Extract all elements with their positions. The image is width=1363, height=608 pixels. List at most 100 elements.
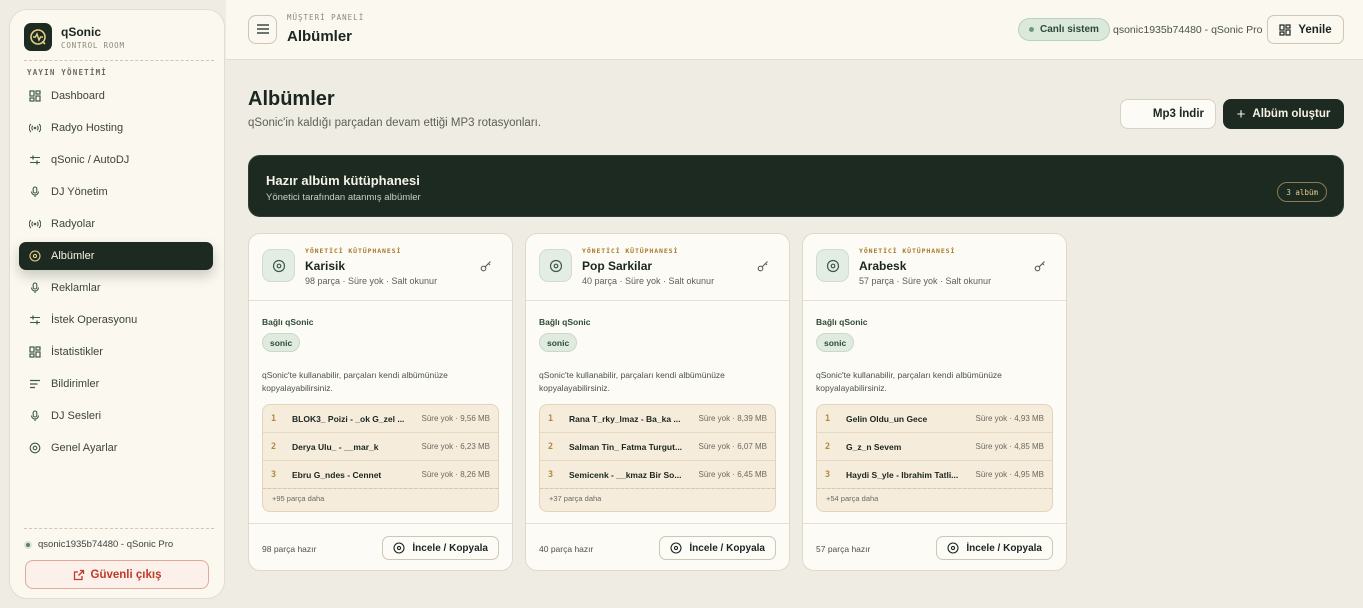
qsonic-chip: sonic — [262, 333, 301, 352]
inspect-copy-button[interactable]: İncele / Kopyala — [659, 536, 776, 560]
inspect-copy-label: İncele / Kopyala — [689, 542, 765, 554]
grid-icon — [29, 90, 41, 102]
brand[interactable]: qSonic CONTROL ROOM — [24, 23, 125, 51]
mp3-download-button[interactable]: Mp3 İndir — [1120, 99, 1216, 129]
track-info: Süre yok · 6,07 MB — [698, 442, 767, 451]
track-name: BLOK3_ Poizi - _ok G_zel ... — [292, 413, 405, 424]
track-row[interactable]: 3 Semicenk - __kmaz Bir So... Süre yok ·… — [540, 461, 775, 489]
album-eyebrow: YÖNETİCİ KÜTÜPHANESİ — [305, 247, 402, 255]
track-row[interactable]: 1 BLOK3_ Poizi - _ok G_zel ... Süre yok … — [263, 405, 498, 433]
track-row[interactable]: 2 Derya Ulu_ - __mar_k Süre yok · 6,23 M… — [263, 433, 498, 461]
track-info: Süre yok · 8,39 MB — [698, 414, 767, 423]
track-row[interactable]: 1 Gelin Oldu_un Gece Süre yok · 4,93 MB — [817, 405, 1052, 433]
library-banner: Hazır albüm kütüphanesi Yönetici tarafın… — [248, 155, 1344, 217]
album-card-header: YÖNETİCİ KÜTÜPHANESİ Arabesk 57 parça · … — [803, 234, 1066, 301]
tracks-ready-label: 40 parça hazır — [539, 544, 594, 554]
sidebar-item-0[interactable]: Dashboard — [19, 82, 213, 110]
album-description: qSonic'te kullanabilir, parçaları kendi … — [539, 370, 725, 393]
track-info: Süre yok · 6,45 MB — [698, 470, 767, 479]
track-row[interactable]: 3 Haydi S_yle - Ibrahim Tatli... Süre yo… — [817, 461, 1052, 489]
sidebar-item-6[interactable]: Reklamlar — [19, 274, 213, 302]
broadcast-icon — [29, 218, 41, 230]
refresh-label: Yenile — [1298, 23, 1332, 36]
banner-title: Hazır albüm kütüphanesi — [266, 173, 420, 188]
broadcast-icon — [29, 122, 41, 134]
create-album-button[interactable]: + Albüm oluştur — [1223, 99, 1344, 129]
brand-name: qSonic — [61, 24, 102, 39]
sidebar-nav: Dashboard Radyo Hosting qSonic / AutoDJ DJ … — [19, 82, 213, 466]
sliders-icon — [29, 154, 41, 166]
microphone-icon — [29, 186, 41, 198]
brand-logo-icon — [24, 23, 52, 51]
disc-icon — [947, 542, 959, 554]
track-info: Süre yok · 4,95 MB — [975, 470, 1044, 479]
grid-icon — [1279, 23, 1291, 36]
sliders-icon — [29, 314, 41, 326]
sidebar-item-label: DJ Yönetim — [51, 186, 108, 198]
key-icon — [480, 260, 492, 272]
track-list-divider — [817, 488, 1052, 489]
sidebar: qSonic CONTROL ROOM YAYIN YÖNETİMİ Dashb… — [9, 9, 225, 599]
album-name: Karisik — [305, 259, 346, 273]
inspect-copy-label: İncele / Kopyala — [966, 542, 1042, 554]
track-list: 1 Gelin Oldu_un Gece Süre yok · 4,93 MB … — [816, 404, 1053, 512]
album-description: qSonic'te kullanabilir, parçaları kendi … — [262, 370, 448, 393]
album-name: Pop Sarkilar — [582, 259, 653, 273]
sidebar-user-label: qsonic1935b74480 - qSonic Pro — [38, 539, 174, 550]
refresh-button[interactable]: Yenile — [1267, 15, 1344, 44]
microphone-icon — [29, 282, 41, 294]
topbar-title: Albümler — [287, 28, 353, 45]
sidebar-item-label: Albümler — [51, 250, 95, 262]
sidebar-item-3[interactable]: DJ Yönetim — [19, 178, 213, 206]
menu-toggle-button[interactable] — [248, 15, 277, 44]
sidebar-item-2[interactable]: qSonic / AutoDJ — [19, 146, 213, 174]
track-row[interactable]: 2 Salman Tin_ Fatma Turgut... Süre yok ·… — [540, 433, 775, 461]
hamburger-icon — [256, 21, 269, 39]
sidebar-item-1[interactable]: Radyo Hosting — [19, 114, 213, 142]
sidebar-item-4[interactable]: Radyolar — [19, 210, 213, 238]
track-info: Süre yok · 4,93 MB — [975, 414, 1044, 423]
album-card-header: YÖNETİCİ KÜTÜPHANESİ Pop Sarkilar 40 par… — [526, 234, 789, 301]
sidebar-item-9[interactable]: Bildirimler — [19, 370, 213, 398]
album-count-badge: 3 albüm — [1277, 182, 1327, 202]
logout-button[interactable]: Güvenli çıkış — [25, 560, 209, 589]
track-list: 1 Rana T_rky_lmaz - Ba_ka ... Süre yok ·… — [539, 404, 776, 512]
sidebar-item-8[interactable]: İstatistikler — [19, 338, 213, 366]
track-number: 2 — [548, 441, 554, 452]
sidebar-item-label: Dashboard — [51, 90, 105, 102]
track-number: 1 — [548, 413, 554, 424]
track-list-divider — [263, 488, 498, 489]
track-row[interactable]: 2 G_z_n Sevem Süre yok · 4,85 MB — [817, 433, 1052, 461]
sidebar-divider — [24, 60, 214, 61]
sidebar-item-label: Genel Ayarlar — [51, 442, 118, 454]
tracks-ready-label: 98 parça hazır — [262, 544, 317, 554]
album-card: YÖNETİCİ KÜTÜPHANESİ Arabesk 57 parça · … — [802, 233, 1067, 571]
sidebar-item-5[interactable]: Albümler — [19, 242, 213, 270]
linked-qsonic-label: Bağlı qSonic — [262, 317, 314, 327]
album-meta: 98 parça · Süre yok · Salt okunur — [305, 276, 438, 286]
album-meta: 40 parça · Süre yok · Salt okunur — [582, 276, 715, 286]
sidebar-item-10[interactable]: DJ Sesleri — [19, 402, 213, 430]
status-dot — [24, 540, 32, 549]
sidebar-item-11[interactable]: Genel Ayarlar — [19, 434, 213, 462]
disc-icon — [29, 250, 41, 262]
more-tracks-label: +37 parça daha — [549, 494, 602, 503]
track-list-divider — [540, 488, 775, 489]
key-icon — [1034, 260, 1046, 272]
track-name: Salman Tin_ Fatma Turgut... — [569, 441, 683, 452]
track-list: 1 BLOK3_ Poizi - _ok G_zel ... Süre yok … — [262, 404, 499, 512]
album-card-footer: 98 parça hazır İncele / Kopyala — [249, 523, 512, 570]
linked-qsonic-label: Bağlı qSonic — [816, 317, 868, 327]
disc-icon — [393, 542, 405, 554]
page-subtitle: qSonic'in kaldığı parçadan devam ettiği … — [248, 117, 542, 129]
sidebar-item-7[interactable]: İstek Operasyonu — [19, 306, 213, 334]
album-description: qSonic'te kullanabilir, parçaları kendi … — [816, 370, 1002, 393]
track-row[interactable]: 1 Rana T_rky_lmaz - Ba_ka ... Süre yok ·… — [540, 405, 775, 433]
sidebar-item-label: Reklamlar — [51, 282, 101, 294]
track-row[interactable]: 3 Ebru G_ndes - Cennet Süre yok · 8,26 M… — [263, 461, 498, 489]
track-name: Semicenk - __kmaz Bir So... — [569, 469, 682, 480]
track-number: 3 — [548, 469, 554, 480]
inspect-copy-button[interactable]: İncele / Kopyala — [382, 536, 499, 560]
sidebar-item-label: İstek Operasyonu — [51, 314, 138, 326]
inspect-copy-button[interactable]: İncele / Kopyala — [936, 536, 1053, 560]
